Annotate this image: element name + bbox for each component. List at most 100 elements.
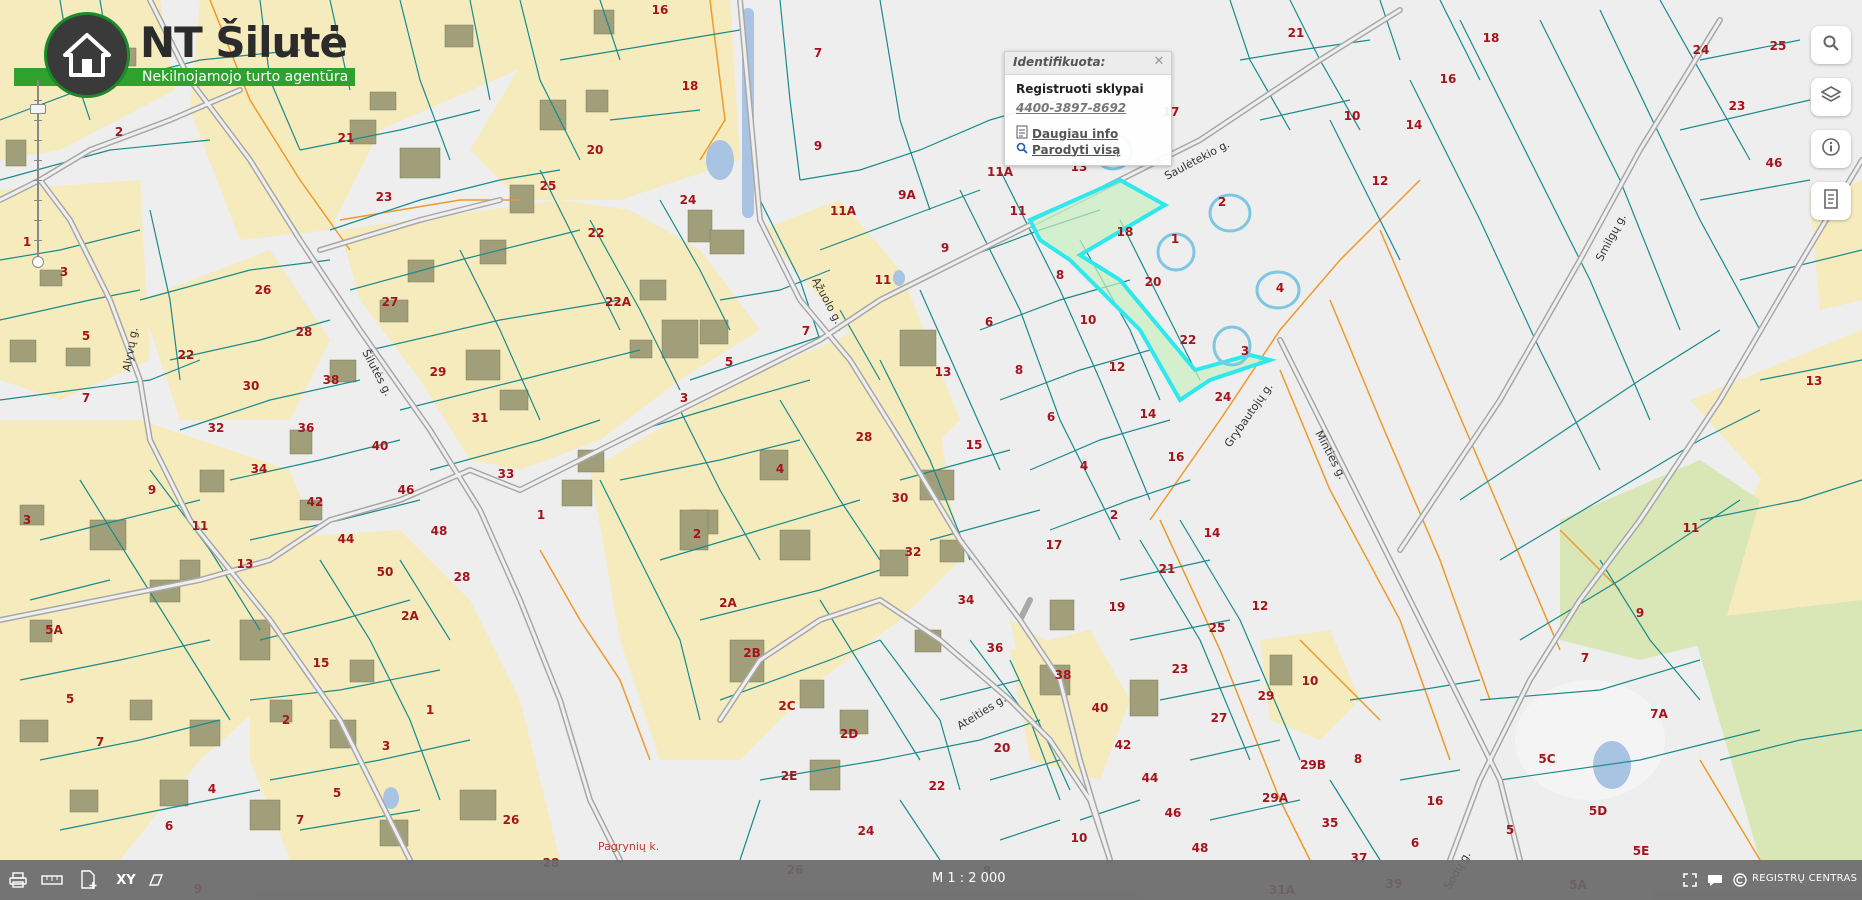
bottom-toolbar: XY M 1 : 2 000 REGISTRŲ CENTRAS	[0, 860, 1862, 900]
svg-text:16: 16	[652, 3, 669, 17]
copyright-icon[interactable]	[1732, 870, 1748, 890]
svg-text:10: 10	[1302, 674, 1319, 688]
close-icon[interactable]: ✕	[1151, 54, 1167, 70]
svg-text:5: 5	[1506, 823, 1514, 837]
layers-icon	[1820, 85, 1842, 109]
svg-text:32: 32	[208, 421, 225, 435]
svg-text:11: 11	[192, 519, 209, 533]
svg-text:21: 21	[1159, 562, 1176, 576]
svg-text:17: 17	[1046, 538, 1063, 552]
more-info-link[interactable]: Daugiau info	[1016, 125, 1118, 142]
xy-label: XY	[116, 872, 136, 888]
svg-text:11: 11	[1010, 204, 1027, 218]
popup-header-title: Identifikuota:	[1013, 55, 1106, 69]
eraser-icon[interactable]	[146, 870, 166, 890]
svg-text:4: 4	[208, 782, 216, 796]
svg-text:3: 3	[60, 265, 68, 279]
parcel-number[interactable]: 4400-3897-8692	[1016, 101, 1126, 115]
logo-subtitle: Nekilnojamojo turto agentūra	[142, 69, 349, 85]
svg-text:2: 2	[115, 125, 123, 139]
svg-text:15: 15	[313, 656, 330, 670]
info-button[interactable]	[1811, 130, 1851, 168]
search-button[interactable]	[1811, 26, 1851, 64]
svg-text:11: 11	[1683, 521, 1700, 535]
svg-text:24: 24	[1693, 43, 1710, 57]
svg-text:2C: 2C	[778, 699, 795, 713]
svg-text:2: 2	[1110, 508, 1118, 522]
svg-text:22: 22	[1180, 333, 1197, 347]
svg-text:7: 7	[296, 813, 304, 827]
svg-text:4: 4	[776, 462, 784, 476]
measure-icon[interactable]	[40, 870, 64, 890]
popup-title: Registruoti sklypai	[1016, 82, 1144, 96]
zoom-slider[interactable]	[30, 80, 46, 268]
svg-text:30: 30	[892, 491, 909, 505]
search-icon	[1822, 34, 1840, 56]
svg-text:2: 2	[282, 713, 290, 727]
svg-text:29: 29	[1258, 689, 1275, 703]
registry-brand[interactable]: REGISTRŲ CENTRAS	[1752, 873, 1857, 884]
legend-icon	[1821, 188, 1841, 214]
svg-text:7: 7	[814, 46, 822, 60]
svg-text:5: 5	[725, 355, 733, 369]
svg-text:16: 16	[1168, 450, 1185, 464]
svg-text:30: 30	[243, 379, 260, 393]
svg-text:20: 20	[587, 143, 604, 157]
svg-text:3: 3	[1241, 344, 1249, 358]
cadastral-map[interactable]: 16 18 21 20 23 25 24 22 22A 27 28 29 31 …	[0, 0, 1862, 900]
svg-text:5E: 5E	[1633, 844, 1650, 858]
brand-logo[interactable]: NT Šilutė Nekilnojamojo turto agentūra	[14, 10, 359, 98]
svg-text:24: 24	[1215, 390, 1232, 404]
svg-text:42: 42	[1115, 738, 1132, 752]
svg-text:22: 22	[588, 226, 605, 240]
svg-text:2D: 2D	[840, 727, 858, 741]
svg-text:2: 2	[693, 527, 701, 541]
svg-text:2A: 2A	[401, 609, 419, 623]
svg-text:11A: 11A	[987, 165, 1014, 179]
add-document-icon[interactable]	[78, 870, 100, 890]
svg-text:27: 27	[1211, 711, 1228, 725]
svg-text:23: 23	[1172, 662, 1189, 676]
svg-text:27: 27	[382, 295, 399, 309]
svg-text:7A: 7A	[1650, 707, 1668, 721]
svg-text:38: 38	[323, 373, 340, 387]
zoom-handle[interactable]	[30, 104, 46, 114]
svg-text:5: 5	[82, 329, 90, 343]
zoom-tick	[34, 240, 42, 241]
zoom-tick	[34, 140, 42, 141]
popup-header: Identifikuota: ✕	[1005, 52, 1171, 75]
svg-text:2E: 2E	[781, 769, 798, 783]
coordinates-icon[interactable]: XY	[114, 870, 138, 890]
fullscreen-icon[interactable]	[1681, 870, 1699, 890]
svg-text:7: 7	[82, 391, 90, 405]
zoom-tick	[34, 120, 42, 121]
print-icon[interactable]	[8, 870, 28, 890]
layers-button[interactable]	[1811, 78, 1851, 116]
svg-text:7: 7	[1581, 651, 1589, 665]
svg-text:8: 8	[1354, 752, 1362, 766]
identify-popup: Identifikuota: ✕ Registruoti sklypai 440…	[1004, 51, 1172, 166]
show-all-link[interactable]: Parodyti visą	[1016, 142, 1120, 157]
svg-text:8: 8	[1015, 363, 1023, 377]
svg-text:33: 33	[498, 467, 515, 481]
svg-text:24: 24	[680, 193, 697, 207]
svg-text:36: 36	[298, 421, 315, 435]
svg-text:29B: 29B	[1300, 758, 1326, 772]
zoom-out-knob[interactable]	[32, 256, 44, 268]
zoom-tick	[34, 180, 42, 181]
svg-text:8: 8	[1056, 268, 1064, 282]
svg-text:12: 12	[1372, 174, 1389, 188]
svg-text:22: 22	[929, 779, 946, 793]
logo-title: NT Šilutė	[140, 18, 348, 67]
legend-button[interactable]	[1811, 182, 1851, 220]
svg-text:28: 28	[856, 430, 873, 444]
chat-icon[interactable]	[1704, 870, 1726, 890]
svg-text:Pagrynių k.: Pagrynių k.	[598, 840, 659, 853]
svg-text:14: 14	[1406, 118, 1423, 132]
svg-text:6: 6	[1047, 410, 1055, 424]
svg-text:10: 10	[1071, 831, 1088, 845]
svg-text:6: 6	[165, 819, 173, 833]
info-icon	[1821, 137, 1841, 161]
svg-text:21: 21	[1288, 26, 1305, 40]
svg-text:46: 46	[398, 483, 415, 497]
